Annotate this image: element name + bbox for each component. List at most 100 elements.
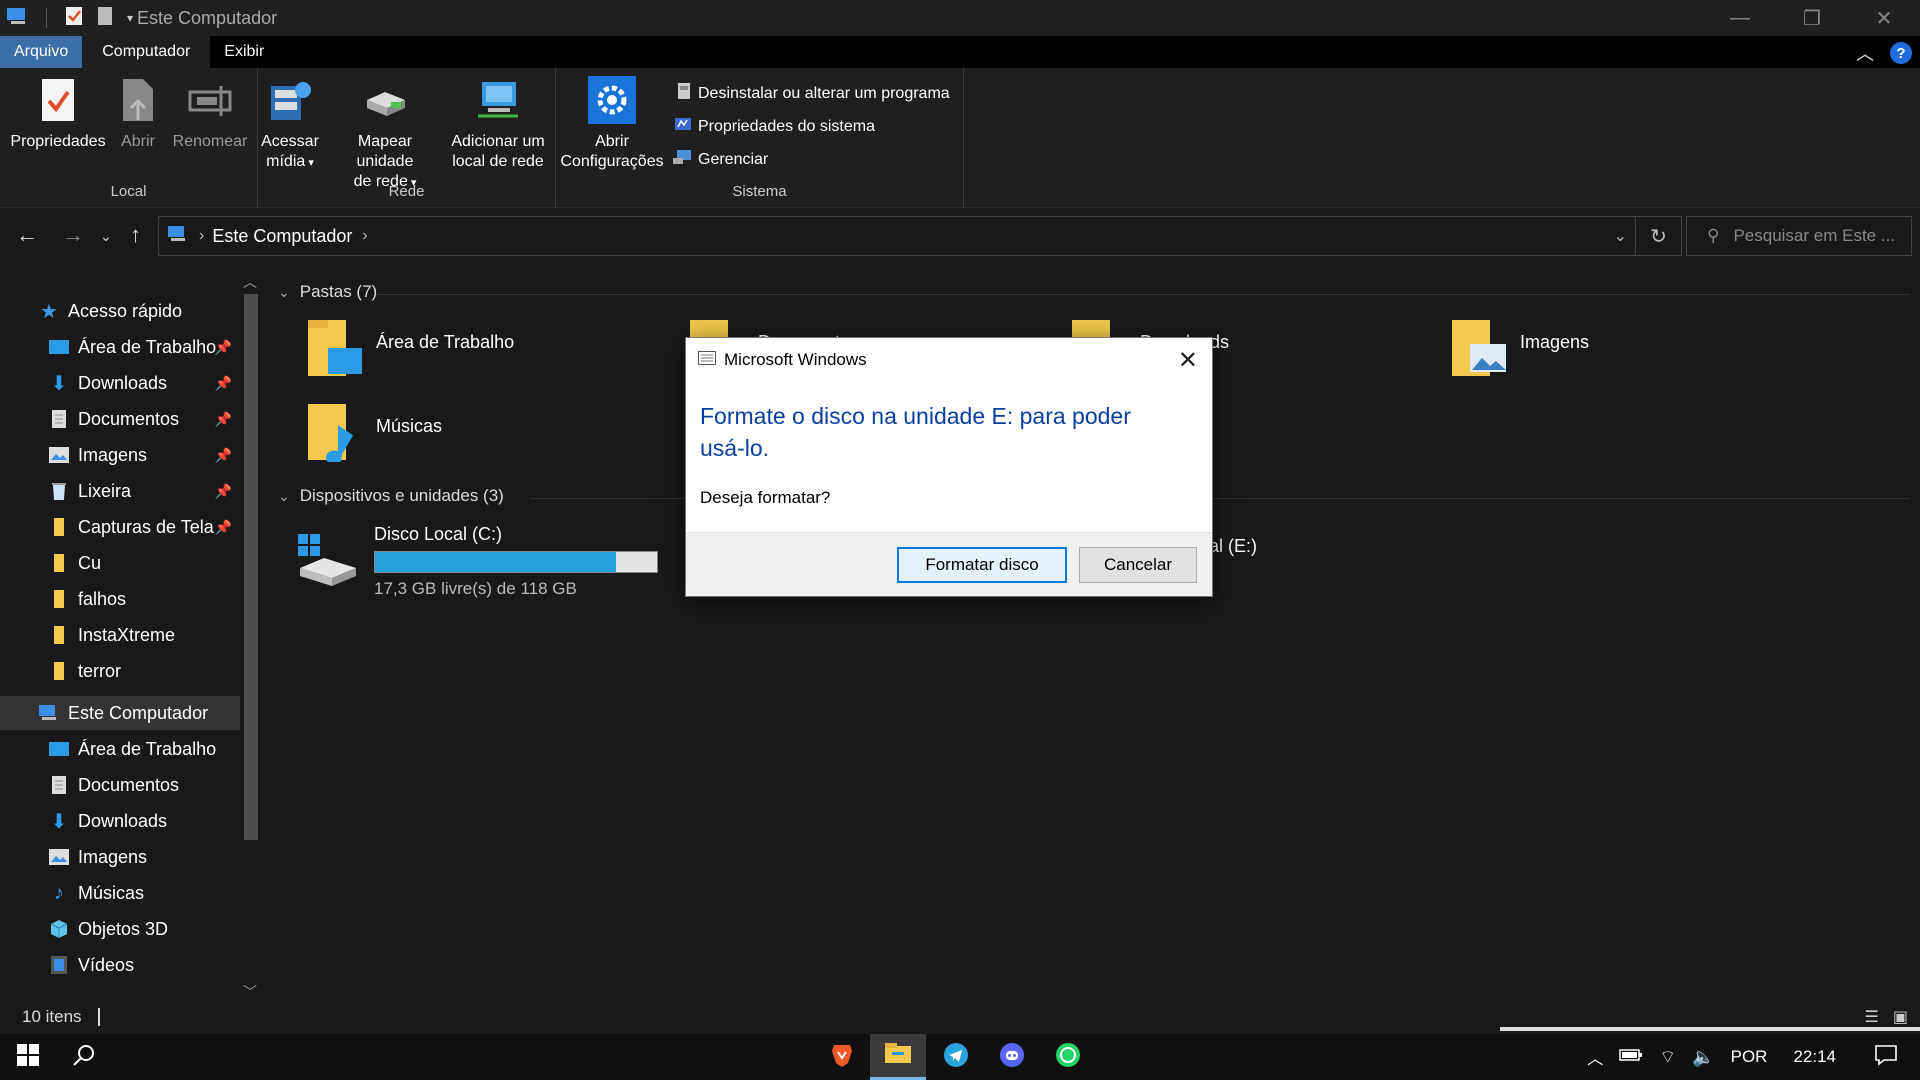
breadcrumb-this-pc[interactable]: Este Computador [212, 226, 352, 247]
collapse-chevron-icon[interactable]: ⌄ [278, 284, 290, 301]
pin-icon[interactable]: 📌 [215, 339, 232, 356]
taskbar-telegram[interactable] [928, 1034, 984, 1080]
refresh-button[interactable]: ↻ [1636, 216, 1682, 256]
pin-icon[interactable]: 📌 [215, 375, 232, 392]
sidebar-item-pc-downloads[interactable]: ⬇ Downloads [0, 804, 240, 838]
taskbar-brave[interactable] [814, 1034, 870, 1080]
breadcrumb-separator-icon[interactable]: › [199, 227, 204, 245]
system-properties-button[interactable]: Propriedades do sistema [674, 115, 875, 138]
details-view-icon[interactable]: ☰ [1865, 1007, 1879, 1027]
sidebar-item-label: Downloads [78, 372, 168, 393]
window-title: Este Computador [137, 7, 278, 28]
group-label-sistema: Sistema [732, 183, 787, 200]
sidebar-item-pc-videos[interactable]: Vídeos [0, 948, 240, 982]
minimize-button[interactable]: — [1704, 0, 1776, 36]
sidebar-item-documents[interactable]: Documentos 📌 [0, 402, 240, 436]
add-network-location-button[interactable]: Adicionar um local de rede [448, 74, 548, 172]
sidebar-item-pc-3d-objects[interactable]: Objetos 3D [0, 912, 240, 946]
sidebar-item-screenshots[interactable]: Capturas de Tela 📌 [0, 510, 240, 544]
cancel-button[interactable]: Cancelar [1079, 547, 1197, 583]
collapse-ribbon-chevron-icon[interactable]: ︿ [1856, 40, 1874, 66]
sidebar-item-desktop[interactable]: Área de Trabalho 📌 [0, 330, 240, 364]
show-hidden-icons-chevron-icon[interactable]: ︿ [1587, 1045, 1603, 1069]
pin-icon[interactable]: 📌 [215, 411, 232, 428]
folders-section-header[interactable]: ⌄ Pastas (7) [278, 282, 377, 302]
folder-pictures[interactable]: Imagens [1450, 316, 1589, 383]
clock[interactable]: 22:14 [1793, 1047, 1836, 1067]
sidebar-item-pc-pictures[interactable]: Imagens [0, 840, 240, 874]
scroll-down-icon[interactable]: ﹀ [243, 982, 257, 1002]
folder-music[interactable]: Músicas [306, 400, 442, 467]
horizontal-scrollbar[interactable] [1500, 1027, 1920, 1031]
customize-toolbar-chevron-icon[interactable]: ▾ [127, 11, 133, 25]
pin-icon[interactable]: 📌 [215, 447, 232, 464]
sidebar-item-recycle-bin[interactable]: Lixeira 📌 [0, 474, 240, 508]
address-dropdown-icon[interactable]: ⌄ [1614, 226, 1627, 246]
sidebar-item-quick-access[interactable]: ★ Acesso rápido [0, 294, 240, 328]
drive-e[interactable]: al (E:) [1209, 536, 1257, 557]
sidebar-item-pictures[interactable]: Imagens 📌 [0, 438, 240, 472]
new-folder-quick-icon[interactable] [97, 6, 113, 31]
battery-icon[interactable] [1619, 1047, 1643, 1067]
sidebar-item-downloads[interactable]: ⬇ Downloads 📌 [0, 366, 240, 400]
taskbar-whatsapp[interactable] [1040, 1034, 1096, 1080]
address-bar[interactable]: › Este Computador › ⌄ [158, 216, 1636, 256]
properties-quick-icon[interactable] [65, 6, 83, 31]
notifications-icon[interactable] [1874, 1044, 1898, 1071]
start-button[interactable] [0, 1034, 56, 1080]
devices-section-header[interactable]: ⌄ Dispositivos e unidades (3) [278, 486, 504, 506]
format-disk-button[interactable]: Formatar disco [897, 547, 1067, 583]
scrollbar-thumb[interactable] [244, 294, 258, 840]
sidebar-item-cu[interactable]: Cu [0, 546, 240, 580]
help-icon[interactable]: ? [1890, 42, 1912, 64]
pin-icon[interactable]: 📌 [215, 483, 232, 500]
rename-button[interactable]: Renomear [170, 74, 250, 152]
sidebar-item-falhos[interactable]: falhos [0, 582, 240, 616]
tab-arquivo[interactable]: Arquivo [0, 36, 83, 68]
search-input[interactable]: ⚲ Pesquisar em Este ... [1686, 216, 1912, 256]
pin-icon[interactable]: 📌 [215, 519, 232, 536]
folder-desktop[interactable]: Área de Trabalho [306, 316, 514, 383]
access-media-button[interactable]: Acessar mídia ▾ [261, 74, 319, 173]
language-indicator[interactable]: POR [1731, 1047, 1768, 1067]
sidebar-item-label: terror [78, 660, 122, 681]
map-network-drive-button[interactable]: Mapear unidade de rede ▾ [328, 74, 442, 193]
drive-c[interactable]: Disco Local (C:) 17,3 GB livre(s) de 118… [296, 524, 658, 599]
close-button[interactable]: ✕ [1848, 0, 1920, 36]
volume-icon[interactable]: 🔈 [1692, 1047, 1714, 1068]
sidebar-item-pc-music[interactable]: ♪ Músicas [0, 876, 240, 910]
taskbar-file-explorer[interactable] [870, 1034, 926, 1080]
taskbar-discord[interactable] [984, 1034, 1040, 1080]
breadcrumb-chevron-icon[interactable]: › [362, 227, 367, 245]
open-button[interactable]: Abrir [112, 74, 164, 152]
dialog-close-icon[interactable]: ✕ [1178, 346, 1198, 375]
sidebar-item-label: Lixeira [78, 480, 132, 501]
open-settings-button[interactable]: Abrir Configurações [560, 74, 664, 172]
manage-icon [672, 148, 692, 171]
up-arrow-icon[interactable]: ↑ [130, 222, 141, 248]
sidebar-item-pc-desktop[interactable]: Área de Trabalho [0, 732, 240, 766]
sidebar-item-pc-documents[interactable]: Documentos [0, 768, 240, 802]
tab-computador[interactable]: Computador [82, 36, 211, 68]
wifi-icon[interactable]: ⌔ [1659, 1046, 1676, 1069]
dialog-footer: Formatar disco Cancelar [686, 532, 1212, 596]
maximize-button[interactable]: ❐ [1776, 0, 1848, 36]
sidebar-scrollbar[interactable]: ︿ ﹀ [240, 272, 262, 1000]
sidebar-item-instaxtreme[interactable]: InstaXtreme [0, 618, 240, 652]
back-arrow-icon[interactable]: ← [16, 222, 38, 248]
manage-button[interactable]: Gerenciar [672, 148, 768, 171]
collapse-chevron-icon[interactable]: ⌄ [278, 488, 290, 505]
title-bar: ▾ Este Computador — ❐ ✕ [0, 0, 1920, 36]
tab-exibir[interactable]: Exibir [210, 36, 278, 68]
forward-arrow-icon[interactable]: → [62, 222, 84, 248]
recent-locations-chevron-icon[interactable]: ⌄ [100, 228, 112, 245]
properties-button[interactable]: Propriedades [8, 74, 108, 152]
scroll-up-icon[interactable]: ︿ [243, 272, 257, 292]
ribbon-group-local: Propriedades Abrir Renomear Local [0, 68, 258, 208]
system-properties-label: Propriedades do sistema [698, 117, 875, 135]
uninstall-program-button[interactable]: Desinstalar ou alterar um programa [676, 82, 950, 105]
sidebar-item-this-pc[interactable]: Este Computador [0, 696, 240, 730]
large-icons-view-icon[interactable]: ▣ [1893, 1007, 1908, 1027]
sidebar-item-terror[interactable]: terror [0, 654, 240, 688]
search-button[interactable] [56, 1034, 112, 1080]
